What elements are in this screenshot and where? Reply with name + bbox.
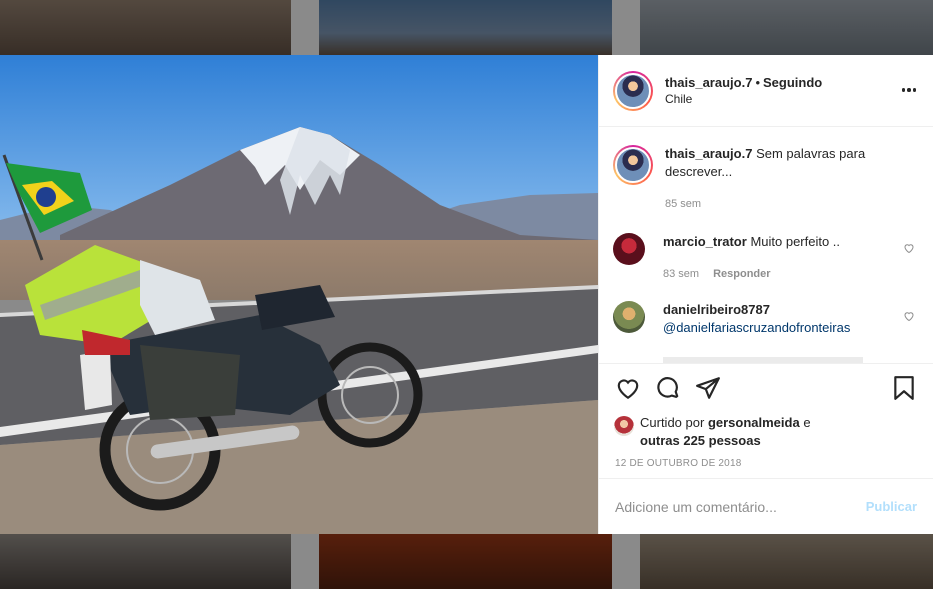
post-details-panel: thais_araujo.7 • Seguindo Chile thais_arau… — [598, 55, 933, 534]
comment-item: danielribeiro8787 @danielfariascruzandof… — [613, 301, 917, 337]
grid-thumbnail[interactable] — [640, 0, 933, 55]
author-avatar[interactable] — [613, 70, 653, 111]
comment-time: 83 sem — [663, 268, 700, 280]
post-date[interactable]: 12 DE OUTUBRO DE 2018 — [615, 458, 917, 469]
likes-others-link[interactable]: outras 225 pessoas — [640, 433, 761, 448]
photo-motorcycle-volcano — [0, 55, 598, 534]
post-header: thais_araujo.7 • Seguindo Chile — [599, 55, 933, 127]
comment-item: marcio_trator Muito perfeito .. 83 sem Re… — [613, 233, 917, 283]
comments-list[interactable]: thais_araujo.7 Sem palavras para descrev… — [599, 127, 933, 363]
grid-thumbnail[interactable] — [0, 534, 291, 589]
commenter-avatar[interactable] — [613, 301, 645, 333]
liker-avatar[interactable] — [614, 416, 634, 436]
comment-username[interactable]: marcio_trator — [663, 234, 747, 249]
likes-summary: Curtido por gersonalmeida e outras 225 p… — [614, 414, 917, 450]
heart-icon[interactable] — [615, 375, 641, 401]
comment-meta: 83 sem Responder — [663, 265, 883, 283]
grid-thumbnail[interactable] — [319, 0, 612, 55]
grid-thumbnail[interactable] — [640, 534, 933, 589]
comment-text: Muito perfeito .. — [750, 234, 841, 249]
grid-thumbnail[interactable] — [0, 0, 291, 55]
author-username[interactable]: thais_araujo.7 — [665, 75, 752, 90]
commenter-avatar[interactable] — [613, 233, 645, 265]
publish-button[interactable]: Publicar — [866, 499, 917, 514]
likes-prefix: Curtido por — [640, 415, 705, 430]
caption: thais_araujo.7 Sem palavras para descrev… — [613, 145, 917, 213]
caption-time: 85 sem — [665, 198, 702, 210]
grid-thumbnail[interactable] — [319, 534, 612, 589]
post-modal: thais_araujo.7 • Seguindo Chile thais_arau… — [0, 55, 933, 534]
comment-like-heart-icon[interactable] — [903, 310, 915, 322]
caption-username[interactable]: thais_araujo.7 — [665, 146, 752, 161]
post-actions: Curtido por gersonalmeida e outras 225 p… — [599, 363, 933, 478]
comment-like-heart-icon[interactable] — [903, 242, 915, 254]
post-location[interactable]: Chile — [665, 91, 822, 107]
more-options-icon[interactable] — [901, 82, 917, 98]
comment-username[interactable]: danielribeiro8787 — [663, 301, 883, 319]
add-comment-bar: Adicione um comentário... Publicar — [599, 478, 933, 534]
comment-input[interactable]: Adicione um comentário... — [615, 499, 866, 515]
share-icon[interactable] — [695, 375, 721, 401]
liker-username[interactable]: gersonalmeida — [708, 415, 800, 430]
bookmark-icon[interactable] — [891, 375, 917, 401]
caption-avatar[interactable] — [613, 145, 653, 185]
reply-button[interactable]: Responder — [713, 268, 770, 280]
header-separator: • — [755, 74, 760, 90]
truncated-comment-edge — [663, 357, 863, 363]
comment-mention-link[interactable]: @danielfariascruzandofronteiras — [663, 319, 883, 337]
likes-and: e — [803, 415, 811, 430]
post-photo[interactable] — [0, 55, 598, 534]
comment-icon[interactable] — [655, 375, 681, 401]
follow-status-button[interactable]: Seguindo — [763, 75, 822, 90]
